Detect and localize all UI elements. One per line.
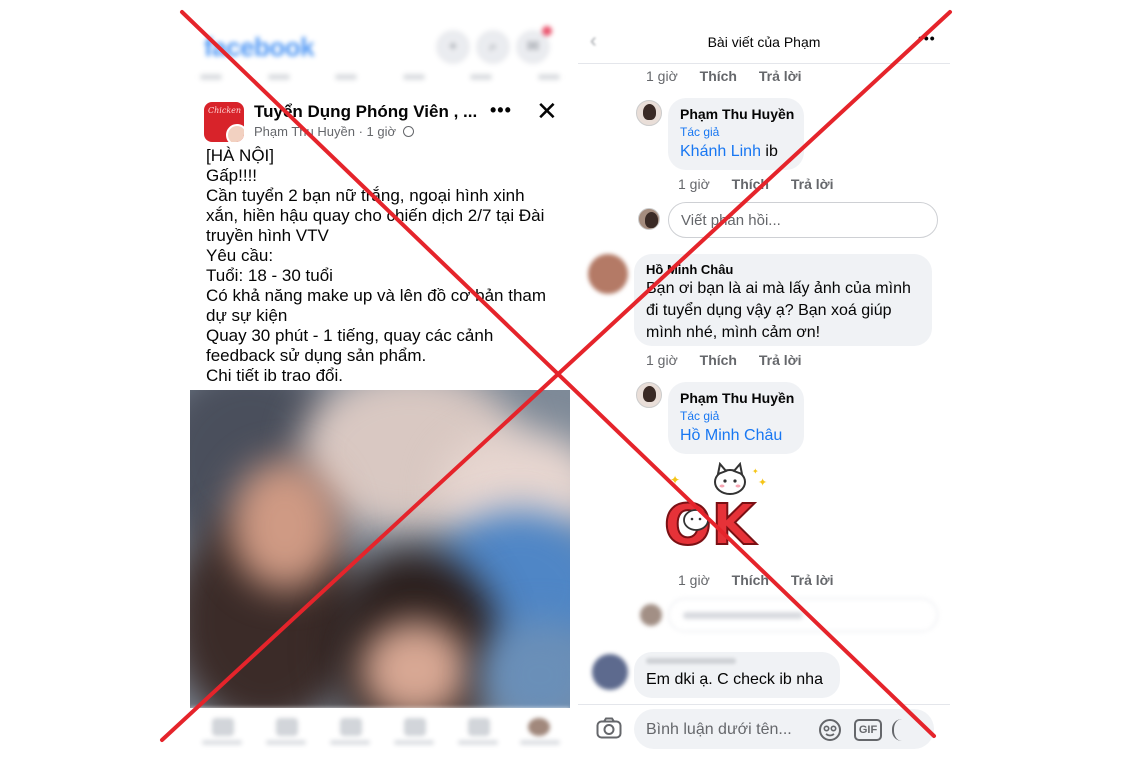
gif-button[interactable]: GIF [854,719,882,741]
post-meta: Phạm Thu Huyền · 1 giờ [254,124,414,139]
reply-button[interactable]: Trả lời [791,176,834,192]
post-more-button[interactable]: ••• [490,100,512,121]
comment-placeholder: Bình luận dưới tên... [646,721,792,738]
comment-text: Em dki ạ. C check ib nha [646,671,823,688]
commenter-name[interactable]: Phạm Thu Huyền [680,390,794,406]
globe-icon [402,126,414,137]
svg-text:✦: ✦ [670,473,680,487]
my-avatar [638,208,660,230]
post-line: Cần tuyển 2 bạn nữ trắng, ngoại hình xin… [206,186,525,205]
mention-link[interactable]: Hồ Minh Châu [680,427,792,445]
avatar-sticker-icon[interactable] [818,718,842,742]
like-button[interactable]: Thích [732,176,769,192]
like-button[interactable]: Thích [700,68,737,84]
comment-time: 1 giờ [646,352,678,368]
camera-icon[interactable] [596,717,622,739]
write-reply-input[interactable]: Viết phản hồi... [668,202,938,238]
comment-line: đi tuyển dụng vậy ạ? Bạn xoá giúp [646,302,892,319]
sticker-icon[interactable] [892,719,912,741]
blurred-post-photo[interactable] [190,390,570,708]
comments-header: ‹ Bài viết của Phạm ••• [578,0,950,64]
avatar[interactable] [636,382,662,408]
comments-screenshot-panel: ‹ Bài viết của Phạm ••• 1 giờ Thích Trả … [578,0,950,762]
post-line: [HÀ NỘI] [206,146,275,165]
red-cross-overlay [160,10,952,742]
post-line: feedback sử dụng sản phẩm. [206,346,427,365]
facebook-logo: facebook [204,32,315,62]
post-time: 1 giờ [366,124,397,139]
comment-meta-row: 1 giờ Thích Trả lời [678,572,852,588]
svg-text:✦: ✦ [752,467,759,476]
comment-rest: ib [760,143,778,160]
group-logo: Chicken [208,106,242,115]
avatar[interactable] [636,100,662,126]
reply-button[interactable]: Trả lời [759,68,802,84]
comment-composer: Bình luận dưới tên... GIF [578,704,950,762]
sticker-bunny [714,462,746,495]
blurred-reply-input[interactable] [668,598,938,632]
avatar[interactable] [592,654,628,690]
post-line: Tuổi: 18 - 30 tuổi [206,266,333,285]
notification-dot [542,26,552,36]
post-line: Có khả năng make up và lên đồ cơ bản tha… [206,286,547,305]
comment-line: mình nhé, mình cảm ơn! [646,324,821,341]
post-screenshot-panel: facebook + ⌕ ✉ Chicken Tuyển Dụng Phóng … [190,0,570,762]
like-button[interactable]: Thích [700,352,737,368]
post-line: xắn, hiền hậu quay cho chiến dịch 2/7 tạ… [206,206,545,225]
comment-line: Bạn ơi bạn là ai mà lấy ảnh của mình [646,280,911,297]
blurred-avatar [640,604,662,626]
post-line: dự sự kiện [206,306,288,325]
comments-title: Bài viết của Phạm [707,34,821,50]
reply-button[interactable]: Trả lời [759,352,802,368]
comment-bubble: Hồ Minh Châu Bạn ơi bạn là ai mà lấy ảnh… [634,254,932,346]
reply-bubble: Phạm Thu Huyền Tác giả Khánh Linh ib [668,98,804,170]
comment-text: Khánh Linh ib [680,143,792,161]
group-avatar[interactable]: Chicken [204,102,244,142]
avatar[interactable] [588,254,628,294]
post-line: truyền hình VTV [206,226,329,245]
close-button[interactable]: ✕ [536,98,558,124]
author-badge: Tác giả [680,125,720,139]
post-line: Yêu cầu: [206,246,274,265]
comment-time: 1 giờ [646,68,678,84]
reply-bubble: Phạm Thu Huyền Tác giả Hồ Minh Châu [668,382,804,454]
group-name[interactable]: Tuyển Dụng Phóng Viên , ... [254,102,477,122]
commenter-name[interactable]: Phạm Thu Huyền [680,106,794,122]
blurred-commenter-name [646,658,736,664]
comment-bubble: Em dki ạ. C check ib nha [634,652,840,698]
post-line: Chi tiết ib trao đổi. [206,366,344,385]
post-author[interactable]: Phạm Thu Huyền [254,124,355,139]
post-body: [HÀ NỘI] Gấp!!!! Cần tuyển 2 bạn nữ trắn… [206,146,556,386]
add-icon[interactable]: + [436,30,470,64]
like-button[interactable]: Thích [732,572,769,588]
facebook-bottom-nav[interactable] [190,708,570,762]
svg-text:✦: ✦ [758,476,767,489]
comment-meta-row: 1 giờ Thích Trả lời [646,68,820,84]
reply-button[interactable]: Trả lời [791,572,834,588]
ok-sticker[interactable]: ✦ ✦ ✦ OK [664,462,774,558]
search-icon[interactable]: ⌕ [476,30,510,64]
comment-input[interactable]: Bình luận dưới tên... GIF [634,709,934,749]
top-nav-tabs[interactable] [200,74,560,84]
commenter-name[interactable]: Hồ Minh Châu [646,262,920,277]
comment-meta-row: 1 giờ Thích Trả lời [678,176,852,192]
header-more-button[interactable]: ••• [918,30,936,46]
post-line: Quay 30 phút - 1 tiếng, quay các cảnh [206,326,494,345]
author-mini-avatar [226,124,244,142]
sticker-bunny-small [683,509,709,531]
facebook-top-bar: facebook + ⌕ ✉ [190,0,570,92]
post-card: Chicken Tuyển Dụng Phóng Viên , ... Phạm… [190,94,570,390]
sticker-text: OK [664,493,758,558]
post-line: Gấp!!!! [206,166,258,185]
mention-link[interactable]: Khánh Linh [680,143,761,160]
comment-meta-row: 1 giờ Thích Trả lời [646,352,820,368]
comment-time: 1 giờ [678,572,710,588]
comment-time: 1 giờ [678,176,710,192]
meta-separator: · [358,124,367,139]
author-badge: Tác giả [680,409,720,423]
